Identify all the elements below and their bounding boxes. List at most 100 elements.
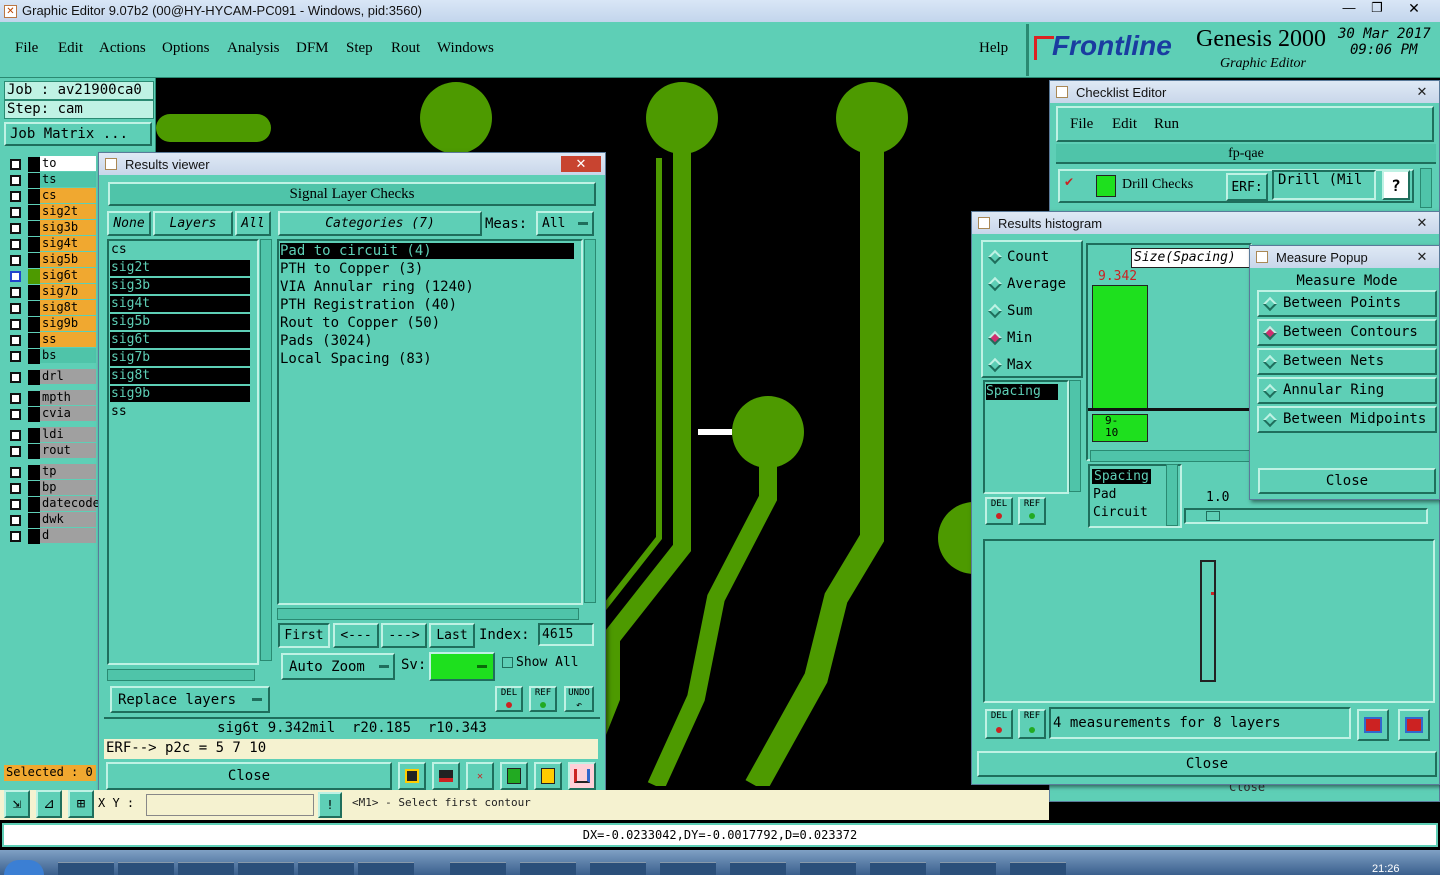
measure-mode-between-points[interactable]: Between Points bbox=[1257, 290, 1437, 317]
layer-item-sig9b[interactable]: sig9b bbox=[6, 316, 96, 332]
layer-checkbox[interactable] bbox=[10, 191, 21, 202]
category-scrollbar[interactable] bbox=[584, 239, 596, 603]
layer-checkbox[interactable] bbox=[10, 175, 21, 186]
job-matrix-button[interactable]: Job Matrix ... bbox=[4, 122, 152, 146]
checklist-menu-file[interactable]: File bbox=[1070, 116, 1093, 133]
taskbar-app[interactable] bbox=[730, 862, 786, 875]
next-button[interactable]: ---> bbox=[381, 623, 427, 648]
measure-close-button[interactable]: Close bbox=[1258, 468, 1436, 494]
measure-tool-button[interactable]: ⊿ bbox=[36, 790, 62, 818]
menu-rout[interactable]: Rout bbox=[391, 40, 420, 57]
layer-item-sig3b[interactable]: sig3b bbox=[6, 220, 96, 236]
taskbar-app[interactable] bbox=[58, 862, 114, 875]
histogram-list-scrollbar[interactable] bbox=[1069, 380, 1081, 492]
layer-item-to[interactable]: to bbox=[6, 156, 96, 172]
layer-checkbox[interactable] bbox=[10, 351, 21, 362]
layer-item-d[interactable]: d bbox=[6, 528, 96, 544]
checklist-scrollbar[interactable] bbox=[1420, 168, 1432, 208]
category-hscrollbar[interactable] bbox=[277, 608, 579, 620]
layer-item-cvia[interactable]: cvia bbox=[6, 406, 96, 422]
layer-checkbox[interactable] bbox=[10, 467, 21, 478]
layer-checkbox[interactable] bbox=[10, 393, 21, 404]
taskbar-app[interactable] bbox=[298, 862, 354, 875]
taskbar-clock[interactable]: 21:26 bbox=[1372, 863, 1400, 875]
legend-scrollbar[interactable] bbox=[1166, 464, 1178, 526]
layer-item-dwk[interactable]: dwk bbox=[6, 512, 96, 528]
tool-button-6[interactable] bbox=[568, 762, 596, 790]
tool-button-5[interactable] bbox=[534, 762, 562, 790]
layer-checkbox[interactable] bbox=[10, 430, 21, 441]
measure-mode-annular-ring[interactable]: Annular Ring bbox=[1257, 377, 1437, 404]
checklist-menu-edit[interactable]: Edit bbox=[1112, 116, 1137, 133]
layer-checkbox[interactable] bbox=[10, 335, 21, 346]
layer-item-tp[interactable]: tp bbox=[6, 464, 96, 480]
plot-del-button[interactable]: DEL bbox=[985, 709, 1013, 739]
layer-item-drl[interactable]: drl bbox=[6, 369, 96, 385]
result-layer-sig7b[interactable]: sig7b bbox=[110, 350, 250, 366]
checklist-menu-run[interactable]: Run bbox=[1154, 116, 1179, 133]
plot-ref-button[interactable]: REF bbox=[1018, 709, 1046, 739]
layer-checkbox[interactable] bbox=[10, 409, 21, 420]
layer-item-rout[interactable]: rout bbox=[6, 443, 96, 459]
none-button[interactable]: None bbox=[107, 211, 151, 236]
layer-item-sig5b[interactable]: sig5b bbox=[6, 252, 96, 268]
menu-file[interactable]: File bbox=[15, 40, 38, 57]
radio-icon[interactable] bbox=[1262, 325, 1278, 341]
result-layer-sig5b[interactable]: sig5b bbox=[110, 314, 250, 330]
menu-step[interactable]: Step bbox=[346, 40, 373, 57]
layer-item-sig7b[interactable]: sig7b bbox=[6, 284, 96, 300]
radio-icon[interactable] bbox=[987, 249, 1003, 265]
taskbar-app[interactable] bbox=[660, 862, 716, 875]
results-close-button[interactable]: Close bbox=[106, 762, 392, 790]
category-item[interactable]: PTH to Copper (3) bbox=[280, 261, 574, 277]
result-layer-sig9b[interactable]: sig9b bbox=[110, 386, 250, 402]
layer-item-datecode[interactable]: datecode bbox=[6, 496, 100, 512]
radio-icon[interactable] bbox=[987, 357, 1003, 373]
tool-button-2[interactable] bbox=[432, 762, 460, 790]
all-button[interactable]: All bbox=[235, 211, 271, 236]
layer-item-cs[interactable]: cs bbox=[6, 188, 96, 204]
help-button[interactable]: ? bbox=[1382, 170, 1410, 200]
taskbar-app[interactable] bbox=[590, 862, 646, 875]
radio-icon[interactable] bbox=[1262, 383, 1278, 399]
mode-sum[interactable]: Sum bbox=[985, 300, 1079, 322]
result-layer-sig2t[interactable]: sig2t bbox=[110, 260, 250, 276]
measure-mode-between-midpoints[interactable]: Between Midpoints bbox=[1257, 406, 1437, 433]
histogram-scale-slider[interactable] bbox=[1184, 508, 1428, 524]
tool-button-3[interactable]: ✕ bbox=[466, 762, 494, 790]
category-item[interactable]: Local Spacing (83) bbox=[280, 351, 574, 367]
taskbar-app[interactable] bbox=[520, 862, 576, 875]
undo-button[interactable]: UNDO ↶ bbox=[564, 686, 594, 712]
radio-icon[interactable] bbox=[987, 330, 1003, 346]
menu-analysis[interactable]: Analysis bbox=[227, 40, 280, 57]
index-input[interactable]: 4615 bbox=[538, 623, 594, 646]
layer-checkbox[interactable] bbox=[10, 531, 21, 542]
layer-item-sig6t[interactable]: sig6t bbox=[6, 268, 96, 284]
layer-checkbox[interactable] bbox=[10, 499, 21, 510]
last-button[interactable]: Last bbox=[429, 623, 475, 648]
layer-item-sig8t[interactable]: sig8t bbox=[6, 300, 96, 316]
layer-item-bp[interactable]: bp bbox=[6, 480, 96, 496]
taskbar-app[interactable] bbox=[940, 862, 996, 875]
close-icon[interactable]: ✕ bbox=[1411, 249, 1433, 265]
layer-item-ldi[interactable]: ldi bbox=[6, 427, 96, 443]
layer-item-sig2t[interactable]: sig2t bbox=[6, 204, 96, 220]
layer-item-mpth[interactable]: mpth bbox=[6, 390, 96, 406]
layer-checkbox[interactable] bbox=[10, 207, 21, 218]
layer-checkbox[interactable] bbox=[10, 159, 21, 170]
zoom-in-chart-button[interactable] bbox=[1357, 709, 1389, 741]
meas-dropdown[interactable]: All bbox=[536, 211, 594, 236]
slider-thumb[interactable] bbox=[1206, 511, 1220, 521]
result-layer-sig6t[interactable]: sig6t bbox=[110, 332, 250, 348]
layer-checkbox[interactable] bbox=[10, 446, 21, 457]
close-window-button[interactable]: ✕ bbox=[1392, 0, 1436, 20]
result-layer-ss[interactable]: ss bbox=[110, 404, 250, 420]
category-item[interactable]: Rout to Copper (50) bbox=[280, 315, 574, 331]
layer-checkbox[interactable] bbox=[10, 223, 21, 234]
draw-tool-button[interactable]: ⇲ bbox=[4, 790, 30, 818]
replace-layers-dropdown[interactable]: Replace layers bbox=[110, 686, 270, 713]
auto-zoom-dropdown[interactable]: Auto Zoom bbox=[281, 653, 395, 680]
category-item[interactable]: Pad to circuit (4) bbox=[280, 243, 574, 259]
layer-checkbox[interactable] bbox=[10, 483, 21, 494]
prompt-info-button[interactable]: ! bbox=[318, 792, 342, 818]
